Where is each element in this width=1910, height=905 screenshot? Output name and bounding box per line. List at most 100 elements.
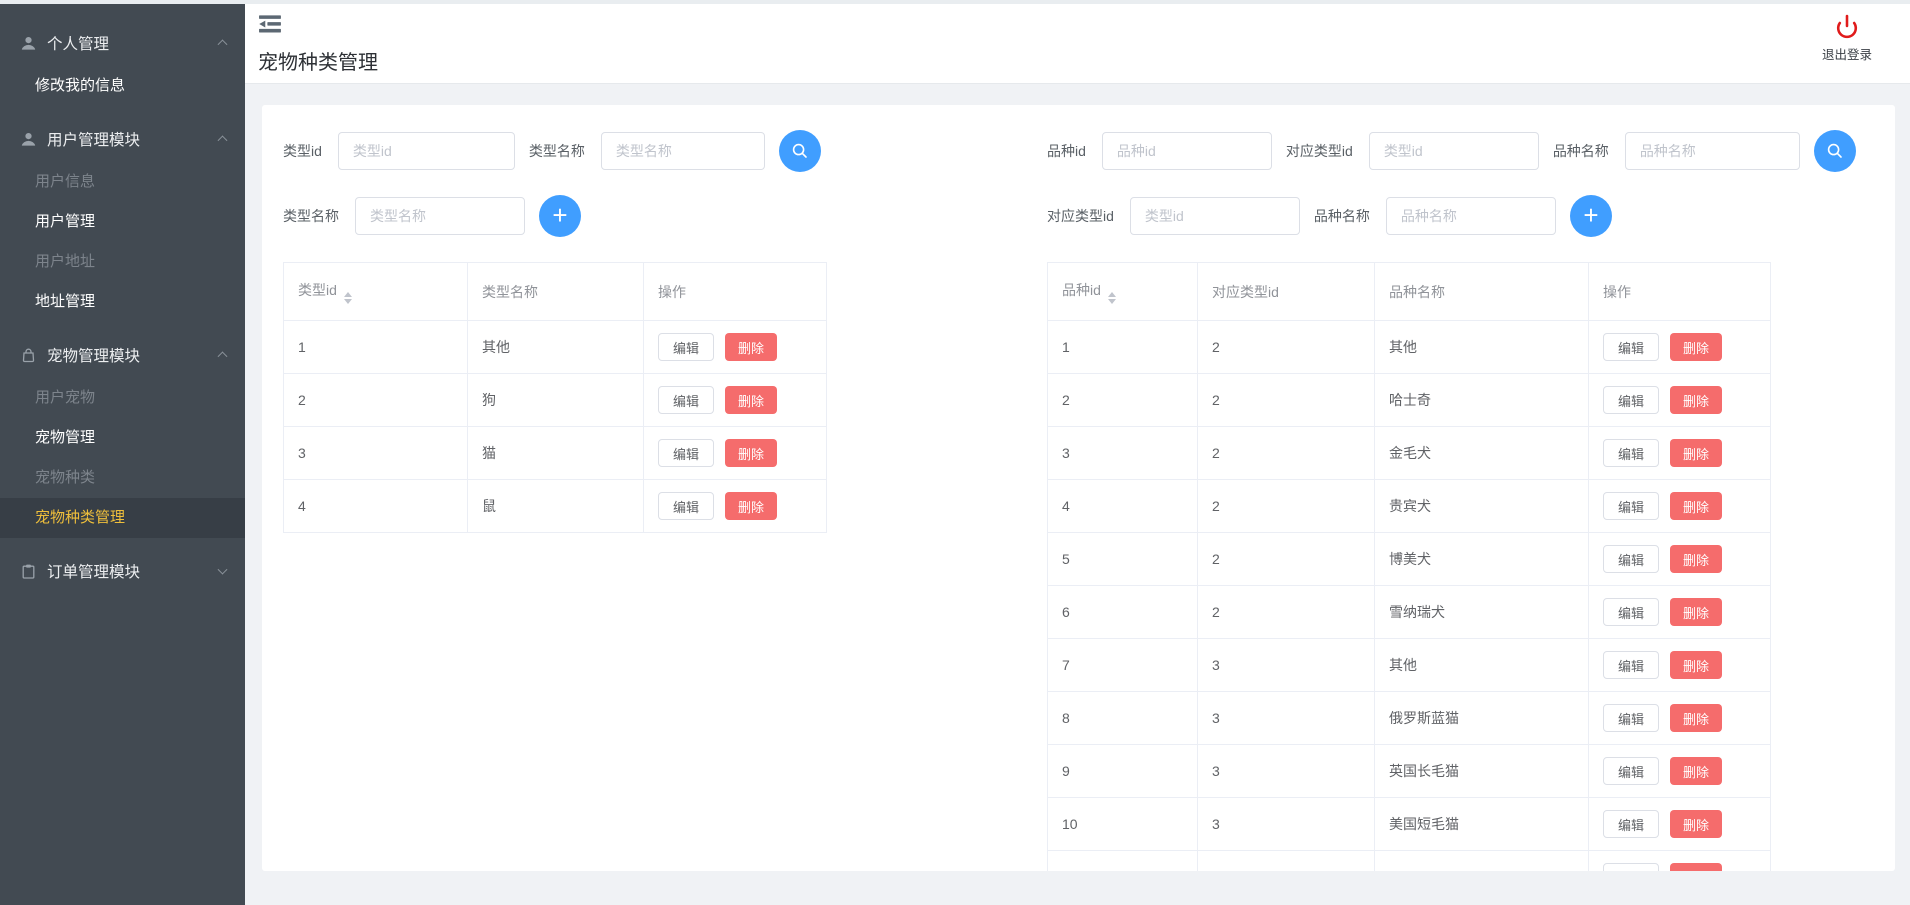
delete-button[interactable]: 删除	[725, 439, 778, 467]
delete-button[interactable]: 删除	[1670, 439, 1723, 467]
breed-id-column-header[interactable]: 品种id	[1047, 262, 1198, 321]
page-header: 宠物种类管理 退出登录	[245, 4, 1910, 84]
edit-button[interactable]: 编辑	[1603, 651, 1660, 679]
type-add-button[interactable]: +	[539, 195, 581, 237]
edit-button[interactable]: 编辑	[658, 386, 715, 414]
type-name-input[interactable]	[600, 132, 765, 170]
table-row: 2 狗编辑 删除	[283, 373, 827, 427]
sidebar-item-pet-category[interactable]: 宠物种类	[0, 458, 245, 498]
sidebar-item-address-management[interactable]: 地址管理	[0, 282, 245, 322]
breed-name-column-header: 品种名称	[1374, 262, 1589, 321]
sort-caret-icon[interactable]	[343, 291, 352, 304]
table-header-row: 品种id 对应类型id 品种名称 操作	[1047, 262, 1771, 321]
table-cell: 6	[1047, 585, 1198, 639]
breed-name-add-input[interactable]	[1385, 197, 1556, 235]
edit-button[interactable]: 编辑	[1603, 439, 1660, 467]
type-search-form: 类型id 类型名称 类型名称 +	[283, 105, 1023, 237]
sort-caret-icon[interactable]	[1107, 291, 1116, 304]
delete-button[interactable]: 删除	[1670, 757, 1723, 785]
edit-button[interactable]: 编辑	[1603, 810, 1660, 838]
sidebar-item-edit-my-info[interactable]: 修改我的信息	[0, 66, 245, 106]
main-content: 宠物种类管理 退出登录 类型id 类型名称	[245, 4, 1910, 905]
row-actions-cell: 编辑删除	[1588, 320, 1771, 374]
table-cell: 2	[283, 373, 468, 427]
type-id-input[interactable]	[337, 132, 515, 170]
table-cell: 其他	[1374, 638, 1589, 692]
sidebar-group-header-user[interactable]: 用户管理模块	[0, 116, 245, 162]
sidebar-group-label: 订单管理模块	[47, 564, 141, 581]
delete-button[interactable]: 删除	[1670, 651, 1723, 679]
row-actions-cell: 编辑删除	[643, 320, 827, 374]
breed-search-form: 品种id 对应类型id 品种名称 对应类型id	[1047, 105, 1887, 237]
table-cell	[1197, 850, 1375, 871]
edit-button[interactable]: 编辑	[1603, 492, 1660, 520]
edit-button[interactable]: 编辑	[658, 333, 715, 361]
chevron-down-icon	[217, 564, 228, 575]
fold-icon	[259, 15, 281, 33]
sidebar-item-pet-category-management[interactable]: 宠物种类管理	[0, 498, 245, 538]
breed-name-input[interactable]	[1624, 132, 1800, 170]
row-actions-cell: 编辑删除	[1588, 691, 1771, 745]
delete-button[interactable]: 删除	[725, 492, 778, 520]
breed-type-id-input[interactable]	[1368, 132, 1539, 170]
delete-button[interactable]: 删除	[1670, 863, 1723, 871]
breed-type-id-add-input[interactable]	[1129, 197, 1300, 235]
edit-button[interactable]: 编辑	[1603, 545, 1660, 573]
breed-type-id-column-header: 对应类型id	[1197, 262, 1375, 321]
row-actions-cell: 编辑删除	[1588, 426, 1771, 480]
type-id-column-header[interactable]: 类型id	[283, 262, 468, 321]
sidebar-group-header-personal[interactable]: 个人管理	[0, 20, 245, 66]
table-cell: 7	[1047, 638, 1198, 692]
table-cell: 2	[1197, 532, 1375, 586]
edit-button[interactable]: 编辑	[1603, 757, 1660, 785]
sidebar-group-header-order[interactable]: 订单管理模块	[0, 548, 245, 594]
table-cell: 3	[283, 426, 468, 480]
row-actions-cell: 编辑删除	[1588, 532, 1771, 586]
breed-search-button[interactable]	[1813, 130, 1856, 172]
row-actions-cell: 编辑删除	[643, 373, 827, 427]
logout-button[interactable]: 退出登录	[1814, 12, 1880, 63]
sidebar-item-user-address[interactable]: 用户地址	[0, 242, 245, 282]
breed-add-button[interactable]: +	[1569, 195, 1612, 237]
table-row: 4 鼠编辑 删除	[283, 479, 827, 533]
sidebar: 个人管理 修改我的信息 用户管理模块 用户信息 用户管理 用户地址 地址管理 宠…	[0, 4, 245, 905]
row-actions-cell: 编辑删除	[643, 426, 827, 480]
delete-button[interactable]: 删除	[1670, 545, 1723, 573]
row-actions-cell: 编辑删除	[1588, 373, 1771, 427]
edit-button[interactable]: 编辑	[1603, 386, 1660, 414]
delete-button[interactable]: 删除	[1670, 598, 1723, 626]
edit-button[interactable]: 编辑	[1603, 333, 1660, 361]
delete-button[interactable]: 删除	[1670, 704, 1723, 732]
table-cell: 鼠	[467, 479, 644, 533]
bag-icon	[22, 348, 35, 362]
search-icon	[1827, 143, 1842, 158]
actions-column-header: 操作	[1588, 262, 1771, 321]
sidebar-item-pet-management[interactable]: 宠物管理	[0, 418, 245, 458]
chevron-up-icon	[217, 351, 228, 362]
delete-button[interactable]: 删除	[1670, 333, 1723, 361]
sidebar-group-header-pet[interactable]: 宠物管理模块	[0, 332, 245, 378]
actions-column-header: 操作	[643, 262, 827, 321]
edit-button[interactable]: 编辑	[1603, 704, 1660, 732]
delete-button[interactable]: 删除	[1670, 492, 1723, 520]
edit-button[interactable]: 编辑	[1603, 598, 1660, 626]
row-actions-cell: 编辑删除	[643, 479, 827, 533]
delete-button[interactable]: 删除	[725, 333, 778, 361]
breed-id-input[interactable]	[1101, 132, 1272, 170]
delete-button[interactable]: 删除	[1670, 386, 1723, 414]
chevron-up-icon	[217, 39, 228, 50]
sidebar-item-user-management[interactable]: 用户管理	[0, 202, 245, 242]
edit-button[interactable]: 编辑	[658, 492, 715, 520]
edit-button[interactable]: 编辑	[1603, 863, 1660, 871]
sidebar-item-user-info[interactable]: 用户信息	[0, 162, 245, 202]
sidebar-item-user-pets[interactable]: 用户宠物	[0, 378, 245, 418]
delete-button[interactable]: 删除	[725, 386, 778, 414]
edit-button[interactable]: 编辑	[658, 439, 715, 467]
type-name-column-header: 类型名称	[467, 262, 644, 321]
delete-button[interactable]: 删除	[1670, 810, 1723, 838]
table-cell: 5	[1047, 532, 1198, 586]
type-name-add-input[interactable]	[355, 197, 525, 235]
table-cell: 3	[1197, 797, 1375, 851]
sidebar-fold-button[interactable]	[258, 13, 284, 37]
type-search-button[interactable]	[778, 130, 821, 172]
